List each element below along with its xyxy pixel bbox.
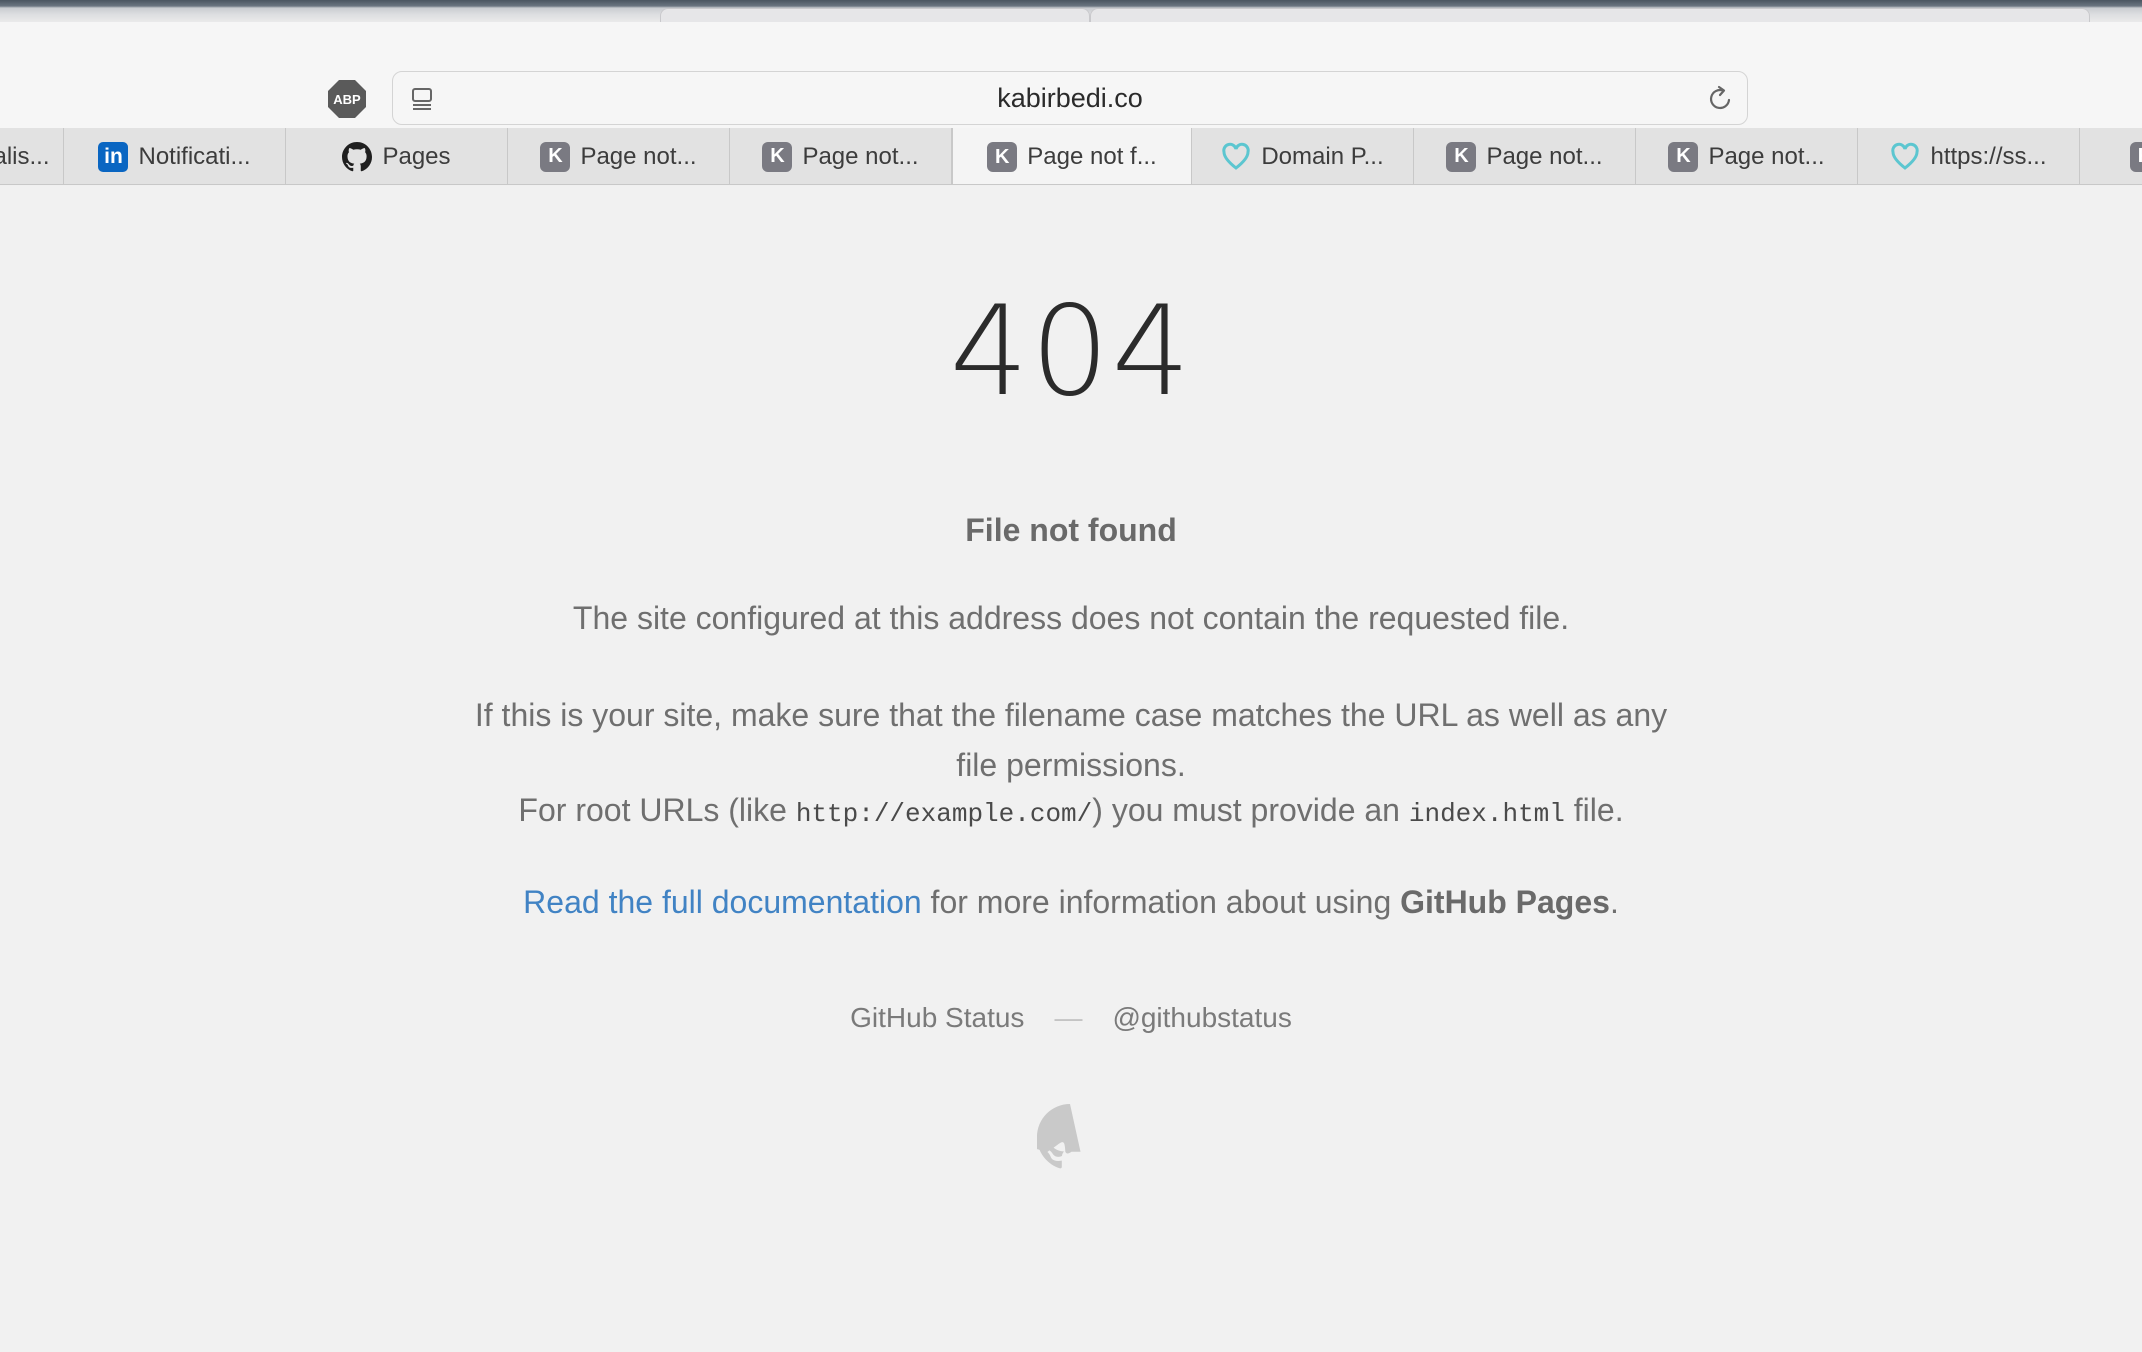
k-icon: K: [1446, 141, 1477, 172]
tab-6[interactable]: Domain P...: [1192, 128, 1414, 184]
window-top-strip: [0, 0, 2142, 22]
tab-1[interactable]: in Notificati...: [64, 128, 286, 184]
tab-title: Page not...: [1486, 142, 1603, 170]
address-bar[interactable]: kabirbedi.co: [392, 71, 1748, 125]
tab-bar: alis... in Notificati... Pages K Page no…: [0, 128, 2142, 185]
tab-2[interactable]: Pages: [286, 128, 508, 184]
background-window-tab: [660, 8, 1090, 22]
k-icon: K: [2130, 141, 2142, 172]
tab-title: Notificati...: [138, 142, 251, 170]
tab-title: alis...: [0, 142, 50, 170]
tab-title: https://ss...: [1930, 142, 2047, 170]
github-octocat-icon[interactable]: [1037, 1104, 1103, 1170]
tab-10-partial[interactable]: K: [2080, 128, 2142, 184]
tab-title: Page not...: [1708, 142, 1825, 170]
message-paragraph: The site configured at this address does…: [572, 600, 1570, 636]
browser-toolbar: ABP kabirbedi.co: [0, 22, 2142, 128]
githubstatus-twitter-link[interactable]: @githubstatus: [1112, 1002, 1291, 1033]
tab-title: Domain P...: [1261, 142, 1384, 170]
page-heading: File not found: [965, 512, 1177, 548]
error-code: 404: [949, 280, 1193, 424]
tab-8[interactable]: K Page not...: [1636, 128, 1858, 184]
address-url[interactable]: kabirbedi.co: [393, 72, 1747, 124]
page-content: 404 File not found The site configured a…: [0, 186, 2142, 1352]
footer-links: GitHub Status — @githubstatus: [0, 1002, 2142, 1034]
tab-4[interactable]: K Page not...: [730, 128, 952, 184]
example-url-code: http://example.com/: [795, 799, 1093, 829]
index-html-code: index.html: [1408, 799, 1565, 829]
documentation-paragraph: Read the full documentation for more inf…: [523, 884, 1619, 920]
root-url-paragraph: For root URLs (like http://example.com/)…: [518, 792, 1624, 829]
tab-0[interactable]: alis...: [0, 128, 64, 184]
adblock-plus-icon[interactable]: ABP: [327, 79, 367, 119]
k-icon: K: [1668, 141, 1699, 172]
documentation-link[interactable]: Read the full documentation: [523, 884, 921, 920]
footer-separator: —: [1054, 1002, 1083, 1033]
tab-title: Pages: [382, 142, 451, 170]
linkedin-icon: in: [98, 141, 129, 172]
github-status-link[interactable]: GitHub Status: [850, 1002, 1024, 1033]
heart-outline-icon: [1222, 142, 1251, 170]
reload-icon[interactable]: [1707, 85, 1735, 113]
tab-title: Page not...: [580, 142, 697, 170]
tab-7[interactable]: K Page not...: [1414, 128, 1636, 184]
permissions-paragraph: If this is your site, make sure that the…: [474, 697, 1668, 783]
tab-9[interactable]: https://ss...: [1858, 128, 2080, 184]
tab-5-active[interactable]: K Page not f...: [952, 128, 1192, 184]
k-icon: K: [762, 141, 793, 172]
k-icon: K: [540, 141, 571, 172]
background-window-tab: [1090, 8, 2090, 22]
github-pages-text: GitHub Pages: [1400, 884, 1610, 920]
heart-outline-icon: [1891, 142, 1920, 170]
adblock-label: ABP: [333, 92, 361, 107]
tab-3[interactable]: K Page not...: [508, 128, 730, 184]
github-icon: [342, 141, 373, 171]
k-icon: K: [987, 142, 1018, 172]
tab-title: Page not...: [802, 142, 919, 170]
tab-title: Page not f...: [1027, 143, 1157, 170]
